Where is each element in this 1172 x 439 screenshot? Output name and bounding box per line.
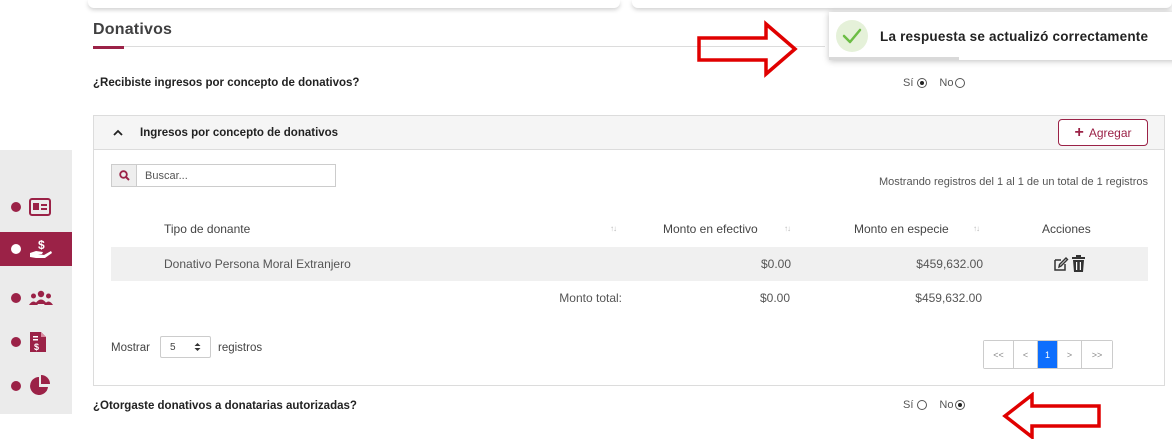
id-card-icon (29, 198, 51, 216)
sidebar-dot (11, 381, 21, 391)
sidebar-dot (11, 293, 21, 303)
edit-icon[interactable] (1052, 256, 1069, 273)
radio-group-received-donations: Sí No (903, 77, 977, 89)
page-last-button[interactable]: >> (1082, 341, 1112, 368)
sidebar-item-invoices[interactable]: $ (0, 325, 72, 359)
sort-icon[interactable]: ↑↓ (784, 224, 791, 233)
table-row: Donativo Persona Moral Extranjero $0.00 … (111, 247, 1148, 281)
sidebar: $ $ (0, 150, 72, 414)
radio-label-no: No (939, 399, 954, 411)
check-circle-icon (836, 20, 868, 52)
donations-income-panel: Ingresos por concepto de donativos + Agr… (93, 115, 1165, 386)
sort-icon[interactable]: ↑↓ (973, 224, 980, 233)
sidebar-item-personal-data[interactable] (0, 190, 72, 224)
people-group-icon (29, 290, 53, 305)
records-info: Mostrando registros del 1 al 1 de un tot… (878, 176, 1148, 188)
cell-efectivo: $0.00 (760, 257, 791, 271)
toast-message: La respuesta se actualizó correctamente (880, 28, 1149, 44)
radio-label-yes: Sí (903, 77, 914, 89)
search-input[interactable] (137, 165, 335, 186)
page-size-value: 5 (170, 341, 176, 353)
panel-title: Ingresos por concepto de donativos (140, 127, 339, 139)
show-label: Mostrar (111, 342, 150, 354)
trash-icon[interactable] (1071, 255, 1086, 273)
total-label: Monto total: (559, 291, 622, 305)
records-label: registros (218, 342, 263, 354)
radio-yes[interactable] (917, 400, 928, 410)
question-granted-donations: ¿Otorgaste donativos a donatarias autori… (93, 400, 357, 412)
sidebar-item-donations[interactable]: $ (0, 232, 72, 266)
search-icon (112, 165, 137, 186)
section-title-accent (93, 46, 124, 49)
top-card-right (632, 0, 1172, 8)
column-header-acciones: Acciones (1042, 222, 1091, 236)
radio-no[interactable] (955, 78, 966, 88)
cell-especie: $459,632.00 (916, 257, 983, 271)
donation-hand-icon: $ (30, 238, 52, 258)
radio-no[interactable] (955, 400, 966, 410)
search-box (111, 164, 336, 187)
sidebar-dot (11, 202, 21, 212)
sort-icon[interactable]: ↑↓ (610, 224, 617, 233)
radio-label-yes: Sí (903, 399, 914, 411)
select-arrows-icon (194, 343, 201, 351)
plus-icon: + (1074, 123, 1084, 141)
toast-progress-bar (829, 57, 959, 60)
cell-tipo: Donativo Persona Moral Extranjero (164, 257, 351, 271)
pie-chart-icon (30, 375, 50, 395)
sidebar-item-summary[interactable] (0, 369, 72, 403)
total-efectivo: $0.00 (759, 291, 790, 305)
add-button-label: Agregar (1088, 125, 1132, 140)
sidebar-dot (11, 244, 21, 254)
total-especie: $459,632.00 (915, 291, 982, 305)
panel-header[interactable]: Ingresos por concepto de donativos + Agr… (94, 116, 1164, 150)
column-header-efectivo[interactable]: Monto en efectivo (663, 222, 758, 236)
column-header-especie[interactable]: Monto en especie (854, 222, 949, 236)
arrow-left-icon (1002, 392, 1101, 439)
page-current-button[interactable]: 1 (1038, 341, 1058, 368)
arrow-right-icon (697, 20, 798, 78)
sidebar-item-dependents[interactable] (0, 281, 72, 315)
pagination: << < 1 > >> (983, 340, 1113, 369)
success-toast: La respuesta se actualizó correctamente (829, 12, 1172, 60)
svg-text:$: $ (34, 342, 39, 352)
question-received-donations: ¿Recibiste ingresos por concepto de dona… (93, 77, 360, 89)
radio-group-granted-donations: Sí No (903, 399, 977, 411)
page-first-button[interactable]: << (984, 341, 1014, 368)
chevron-up-icon[interactable] (113, 129, 123, 136)
page-next-button[interactable]: > (1058, 341, 1082, 368)
page-prev-button[interactable]: < (1014, 341, 1038, 368)
top-card-left (88, 0, 620, 8)
sidebar-dot (11, 337, 21, 347)
radio-label-no: No (939, 77, 954, 89)
add-button[interactable]: + Agregar (1058, 119, 1148, 146)
invoice-file-icon: $ (30, 332, 46, 352)
radio-yes[interactable] (917, 78, 928, 88)
svg-text:$: $ (38, 238, 45, 252)
section-title: Donativos (93, 21, 173, 38)
column-header-tipo[interactable]: Tipo de donante (164, 222, 250, 236)
page-size-select[interactable]: 5 (160, 336, 211, 358)
